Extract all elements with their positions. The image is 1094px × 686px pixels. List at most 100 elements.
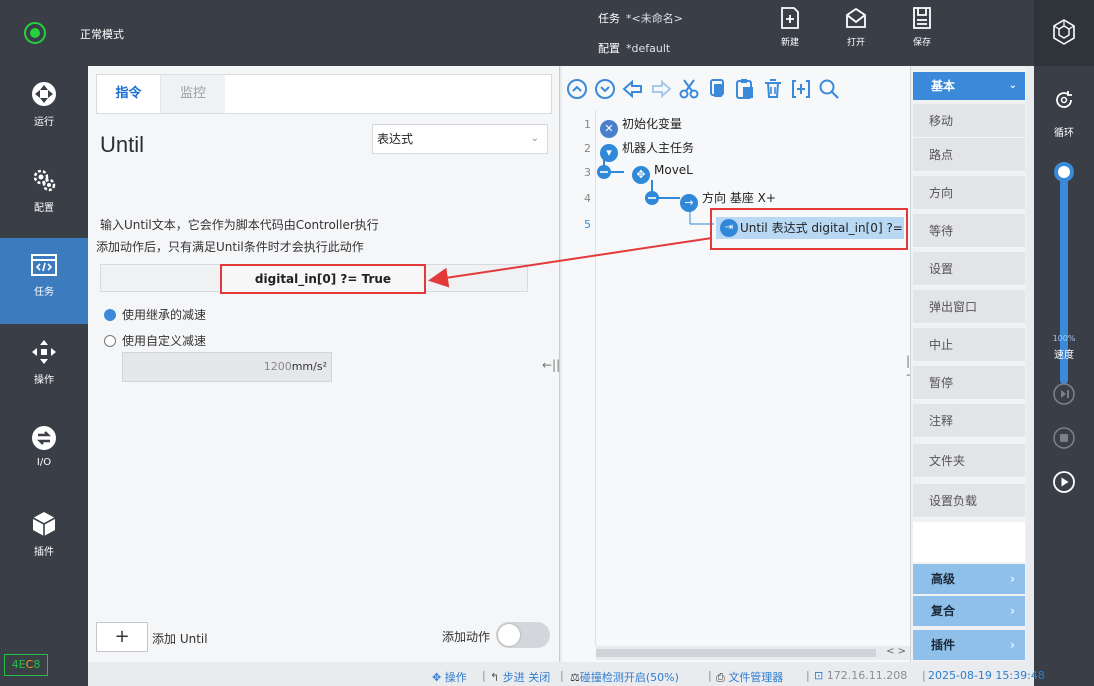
nav-item-run[interactable]: 运行 — [0, 66, 88, 152]
chevron-right-icon: › — [1010, 604, 1015, 618]
until-type-value: 表达式 — [377, 132, 414, 146]
until-node-row: ⇥ Until 表达式 digital_in[0] ?= — [716, 217, 904, 239]
scrollbar-thumb[interactable] — [596, 649, 876, 657]
new-button[interactable]: 新建 — [770, 6, 810, 62]
variables-x-icon: ✕ — [600, 120, 618, 138]
tree-node-init-vars[interactable]: ✕ 初始化变量 — [600, 115, 682, 138]
suppress-icon[interactable] — [788, 76, 814, 102]
description-line-2: 添加动作后，只有满足Until条件时才会执行此动作 — [96, 240, 364, 254]
decel-input[interactable]: 1200mm/s² — [122, 352, 332, 382]
add-action-label: 添加动作 — [442, 630, 491, 644]
tree-node-movel[interactable]: ✥ MoveL — [632, 163, 693, 184]
tree-horizontal-scrollbar[interactable]: < > — [596, 646, 910, 660]
move-down-icon[interactable] — [592, 76, 618, 102]
new-file-icon — [781, 7, 799, 29]
copy-icon[interactable] — [704, 76, 730, 102]
radio-custom-decel[interactable]: 使用自定义减速 — [104, 332, 206, 349]
category-item[interactable]: 方向 — [913, 176, 1025, 210]
radio-unselected-icon — [104, 335, 116, 347]
loop-icon[interactable] — [1052, 88, 1076, 112]
category-item[interactable]: 等待 — [913, 214, 1025, 248]
move-up-icon[interactable] — [564, 76, 590, 102]
config-name: *default — [626, 42, 671, 55]
open-button[interactable]: 打开 — [836, 6, 876, 62]
status-file-manager[interactable]: ⎙ 文件管理器 — [716, 669, 783, 685]
tab-monitor[interactable]: 监控 — [161, 75, 225, 113]
undo-icon[interactable] — [620, 76, 646, 102]
category-group-advanced[interactable]: 高级 › — [913, 564, 1025, 594]
decel-value: 1200 — [263, 360, 292, 373]
node-label: 初始化变量 — [622, 117, 683, 131]
open-button-label: 打开 — [846, 38, 865, 48]
collision-icon: ⚖ — [570, 671, 580, 684]
nav-item-io[interactable]: I/O — [0, 410, 88, 496]
add-action-toggle[interactable] — [496, 622, 550, 648]
save-button[interactable]: 保存 — [902, 6, 942, 62]
status-operate-label: 操作 — [444, 671, 467, 684]
tree-node-until-selected[interactable]: ⇥ Until 表达式 digital_in[0] ?= — [710, 208, 908, 250]
instruction-panel: 指令 监控 Until 表达式 ⌄ 输入Until文本，它会作为脚本代码由Con… — [88, 66, 560, 662]
category-item[interactable]: 中止 — [913, 328, 1025, 362]
nav-label-io: I/O — [36, 457, 52, 468]
mode-label: 正常模式 — [80, 28, 124, 41]
app-logo — [1034, 0, 1094, 66]
expression-value[interactable]: digital_in[0] ?= True — [220, 264, 426, 294]
nav-label-run: 运行 — [34, 117, 54, 128]
category-group-plugin[interactable]: 插件 › — [913, 630, 1025, 660]
tree-node-main-task[interactable]: ▾ 机器人主任务 — [600, 139, 694, 162]
tab-command[interactable]: 指令 — [97, 75, 161, 113]
paste-icon[interactable] — [732, 76, 758, 102]
move-arrows-icon — [32, 340, 56, 364]
status-operate[interactable]: ✥ 操作 — [432, 669, 467, 685]
play-icon[interactable] — [1052, 470, 1076, 494]
nav-item-task[interactable]: 任务 — [0, 238, 88, 324]
category-item[interactable]: 暂停 — [913, 366, 1025, 400]
status-step[interactable]: ↰ 步进 关闭 — [490, 669, 550, 685]
panel-splitter-handle[interactable]: ←|| — [542, 358, 560, 372]
speed-label: 速度 — [1054, 350, 1074, 361]
nav-item-config[interactable]: 配置 — [0, 152, 88, 238]
task-name: *<未命名> — [626, 12, 683, 25]
category-item[interactable]: 路点 — [913, 138, 1025, 172]
stop-icon[interactable] — [1052, 426, 1076, 450]
category-item[interactable]: 移动 — [913, 104, 1025, 138]
chevron-right-icon: › — [1010, 638, 1015, 652]
radio-inherit-decel[interactable]: 使用继承的减速 — [104, 306, 206, 323]
category-item[interactable]: 文件夹 — [913, 444, 1025, 478]
status-divider: | — [708, 669, 712, 682]
redo-icon[interactable] — [648, 76, 674, 102]
search-icon[interactable] — [816, 76, 842, 102]
step-icon[interactable] — [1052, 382, 1076, 406]
nav-item-plugin[interactable]: 插件 — [0, 496, 88, 582]
until-type-select[interactable]: 表达式 ⌄ — [372, 124, 548, 154]
cut-icon[interactable] — [676, 76, 702, 102]
speed-slider-knob[interactable] — [1054, 162, 1074, 182]
direction-arrow-icon: → — [680, 194, 698, 212]
status-collision[interactable]: ⚖碰撞检测开启(50%) — [570, 669, 679, 685]
status-step-label: 步进 关闭 — [502, 671, 551, 684]
network-icon: ⊡ — [814, 669, 824, 682]
category-basic[interactable]: 基本 ⌄ — [913, 72, 1025, 100]
nav-label-plugin: 插件 — [34, 547, 54, 558]
nav-item-operate[interactable]: 操作 — [0, 324, 88, 410]
node-label: 机器人主任务 — [622, 141, 695, 155]
category-item[interactable]: 设置负载 — [913, 484, 1025, 518]
tree-toolbar — [562, 74, 910, 104]
node-label: 方向 基座 X+ — [702, 191, 776, 205]
toggle-knob — [498, 624, 520, 646]
loop-label: 循环 — [1054, 128, 1074, 139]
category-item[interactable]: 注释 — [913, 404, 1025, 438]
category-group-composite[interactable]: 复合 › — [913, 596, 1025, 626]
add-until-button[interactable]: + — [96, 622, 148, 652]
nav-label-config: 配置 — [34, 203, 54, 214]
category-item[interactable]: 弹出窗口 — [913, 290, 1025, 324]
group-label: 复合 — [931, 604, 956, 618]
status-divider: | — [922, 669, 926, 682]
left-nav: 运行 配置 任务 操作 I/O 插件 4EC8 — [0, 66, 88, 686]
config-gears-icon — [33, 169, 56, 192]
node-label: MoveL — [654, 163, 693, 177]
category-item[interactable]: 设置 — [913, 252, 1025, 286]
scroll-arrows-icon[interactable]: < > — [886, 646, 906, 657]
delete-icon[interactable] — [760, 76, 786, 102]
run-icon — [32, 82, 56, 106]
